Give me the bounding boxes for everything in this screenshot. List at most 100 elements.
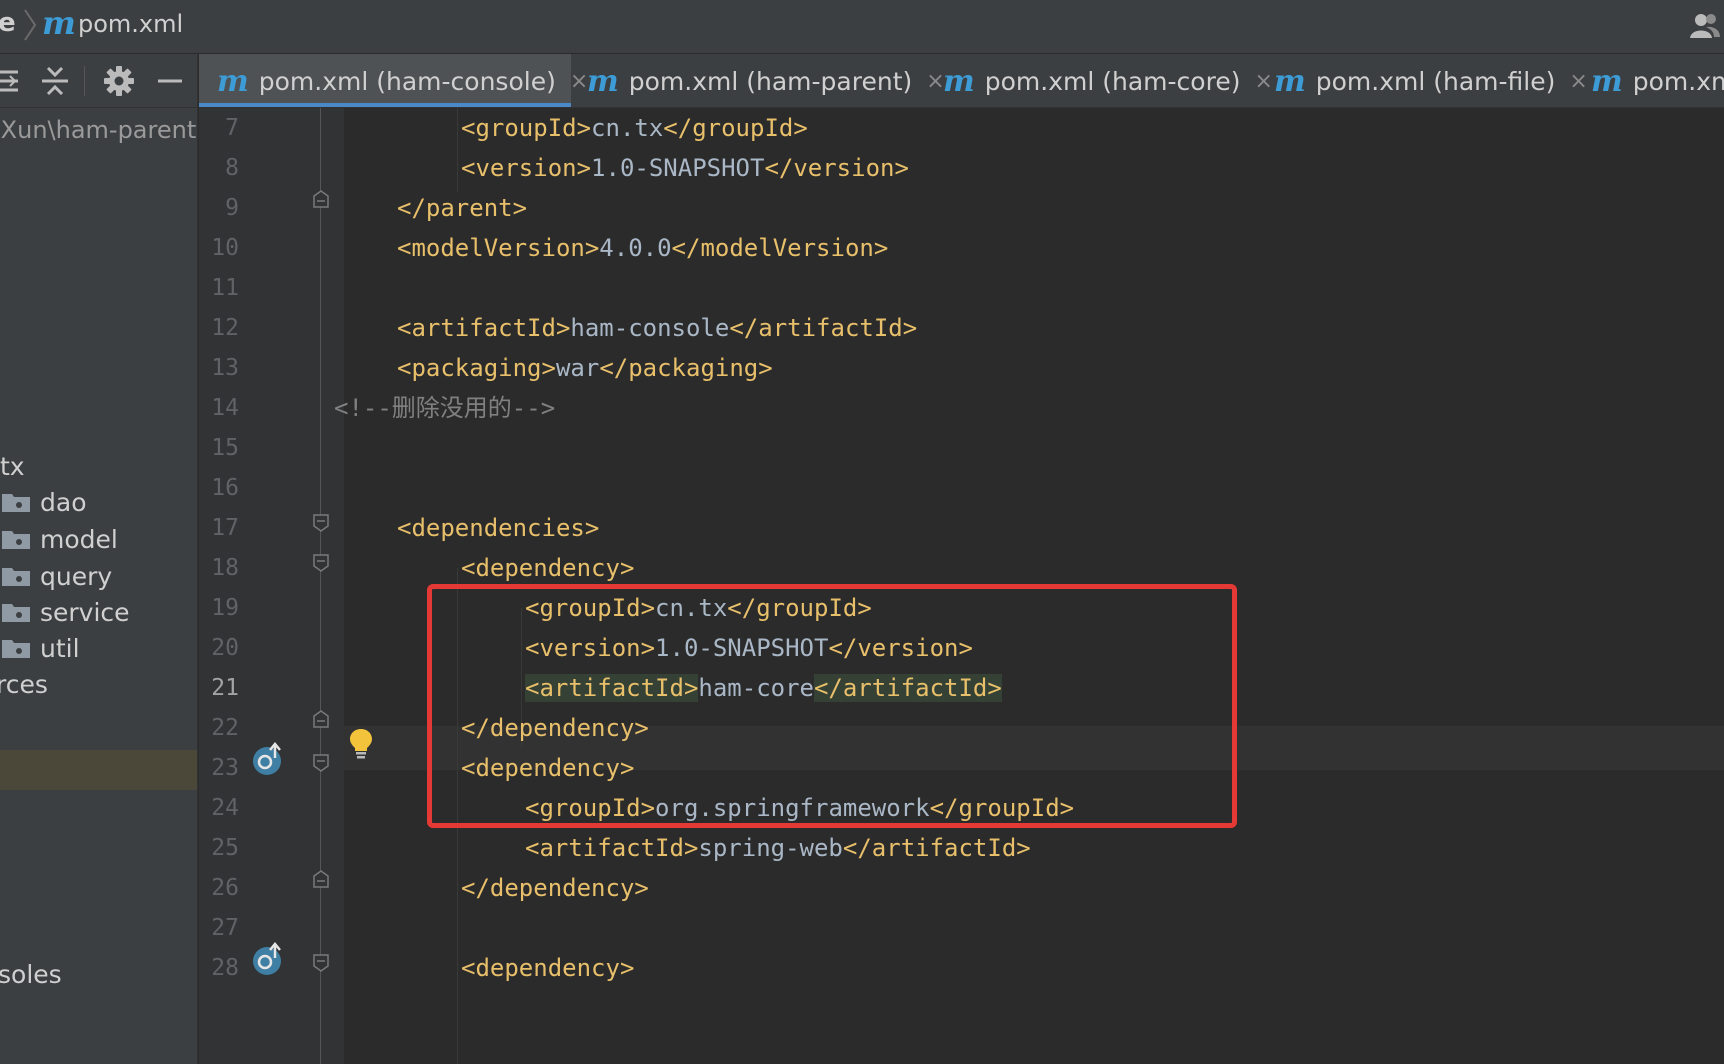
project-path: iXun\ham-parent [0,116,197,144]
chevron-right-icon [24,9,37,41]
tree-item-tx[interactable]: tx [0,446,25,486]
fold-icon[interactable] [313,554,329,572]
line-number: 10 [211,235,239,261]
tree-item-label: util [40,633,80,663]
close-icon[interactable]: × [1254,69,1272,94]
navigation-bar: e m pom.xml [0,0,1724,54]
tree-item-dao[interactable]: dao [0,482,86,522]
line-number: 24 [211,795,239,821]
line-number: 18 [211,555,239,581]
fold-icon[interactable] [313,710,329,728]
folder-icon [2,640,30,658]
tab-ham-console[interactable]: m pom.xml (ham-console) × [199,54,588,107]
maven-file-icon: m [1274,63,1306,99]
line-number: 25 [211,835,239,861]
line-number: 19 [211,595,239,621]
lightbulb-icon[interactable] [349,728,373,760]
code-line: <artifactId>ham-console</artifactId> [397,314,918,342]
user-icon[interactable] [1690,12,1720,40]
expand-all-icon[interactable] [0,64,26,98]
line-number: 11 [211,275,239,301]
code-line: <groupId>org.springframework</groupId> [525,794,1075,822]
code-line: <version>1.0-SNAPSHOT</version> [461,154,909,182]
tree-item-consoles[interactable]: soles [0,954,62,994]
code-line: </dependency> [461,714,649,742]
line-number: 12 [211,315,239,341]
fold-icon[interactable] [313,754,329,772]
code-line: <packaging>war</packaging> [397,354,773,382]
code-line: <groupId>cn.tx</groupId> [461,114,808,142]
tab-label: pom.xml (ham-core) [984,66,1241,96]
tree-item-resources[interactable]: rces [0,664,48,704]
fold-icon[interactable] [313,190,329,208]
indent-guide [457,108,458,192]
tree-item-label: model [40,524,118,554]
line-number: 13 [211,355,239,381]
fold-icon[interactable] [313,954,329,972]
sidebar-toolbar [0,54,197,108]
line-number: 26 [211,875,239,901]
tab-label: pom.xm [1632,66,1724,96]
code-editor[interactable]: 7 8 9 10 11 12 13 14 15 16 17 18 19 20 2… [199,108,1724,1064]
line-number: 20 [211,635,239,661]
fold-icon[interactable] [313,870,329,888]
tree-item-label: service [40,597,130,627]
close-icon[interactable]: × [1569,69,1587,94]
line-number: 16 [211,475,239,501]
tree-item-model[interactable]: model [0,519,118,559]
folder-icon [2,604,30,622]
close-icon[interactable]: × [570,69,588,94]
tab-label: pom.xml (ham-file) [1315,66,1556,96]
tab-ham-core[interactable]: m pom.xml (ham-core) × [943,54,1273,107]
line-number: 9 [225,195,239,221]
minimize-icon[interactable] [154,64,188,98]
fold-icon[interactable] [313,514,329,532]
code-comment: <!--删除没用的--> [334,394,556,422]
tree-item-label: query [40,561,113,591]
tree-item-label: rces [0,669,48,699]
code-line: </parent> [397,194,528,222]
current-line-highlight [199,726,1724,770]
code-line: <groupId>cn.tx</groupId> [525,594,872,622]
maven-file-icon: m [1591,63,1623,99]
line-number: 23 [211,755,239,781]
folder-icon [2,531,30,549]
matched-tag: </artifactId> [813,674,1002,702]
maven-file-icon: m [42,4,76,42]
breadcrumb-previous[interactable]: e [0,8,16,38]
maven-file-icon: m [943,63,975,99]
toolbar-separator [84,66,85,96]
line-number: 14 [211,395,239,421]
tree-item-query[interactable]: query [0,556,112,596]
tab-label: pom.xml (ham-parent) [628,66,913,96]
line-number: 27 [211,915,239,941]
matched-tag: <artifactId> [525,674,699,702]
code-line-current: <artifactId>ham-core</artifactId> [525,674,1002,702]
tab-ham-file[interactable]: m pom.xml (ham-file) × [1274,54,1588,107]
line-number: 8 [225,155,239,181]
tab-pom-truncated[interactable]: m pom.xm [1591,54,1724,107]
selected-tree-row[interactable] [0,750,197,790]
maven-file-icon: m [587,63,619,99]
override-icon[interactable] [251,942,285,976]
tree-item-label: dao [40,487,87,517]
code-line: <dependencies> [397,514,600,542]
line-number: 7 [225,115,239,141]
line-number: 28 [211,955,239,981]
tab-label: pom.xml (ham-console) [258,66,556,96]
collapse-all-icon[interactable] [38,64,72,98]
tree-item-util[interactable]: util [0,628,80,668]
code-line: <artifactId>spring-web</artifactId> [525,834,1031,862]
gear-icon[interactable] [102,64,136,98]
line-number-current: 21 [211,675,239,701]
breadcrumb-file[interactable]: pom.xml [78,10,183,38]
tab-ham-parent[interactable]: m pom.xml (ham-parent) × [587,54,945,107]
line-number: 22 [211,715,239,741]
indent-guide [457,808,458,988]
code-line: <modelVersion>4.0.0</modelVersion> [397,234,889,262]
tree-item-service[interactable]: service [0,592,130,632]
folder-icon [2,494,30,512]
override-icon[interactable] [251,742,285,776]
close-icon[interactable]: × [926,69,944,94]
line-number: 17 [211,515,239,541]
